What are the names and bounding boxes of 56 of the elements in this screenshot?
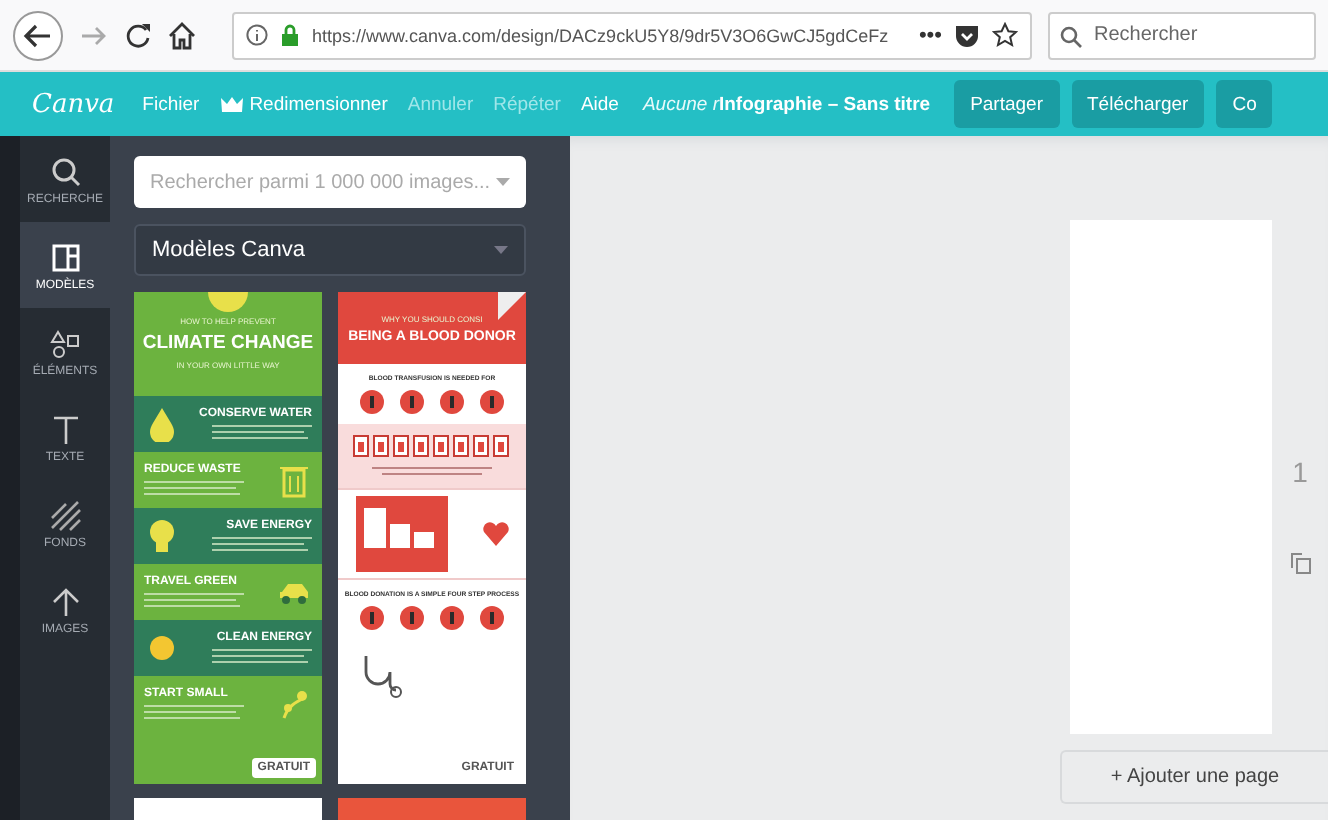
text-lines-drawing [212,648,312,664]
hatch-icon [49,500,81,532]
layout-icon [49,242,81,274]
person-circle-icon [440,606,464,630]
page-curl-icon [498,292,526,320]
text-lines-drawing [144,592,244,608]
text-lines-drawing [212,536,312,552]
text-lines-drawing [212,424,312,440]
text-lines-drawing [372,466,492,478]
duplicate-icon[interactable] [1289,552,1311,574]
person-circle-icon [400,606,424,630]
shapes-icon [49,328,81,360]
reload-icon[interactable] [124,21,152,49]
person-circle-icon [400,390,424,414]
menu-item: Répéter [493,93,561,115]
star-icon[interactable] [992,22,1018,48]
text-lines-drawing [144,704,244,720]
globe-icon [208,292,248,312]
dropdown-caret-icon [494,246,508,254]
lock-icon [280,24,300,46]
title-hint: Aucune r [642,93,719,115]
bin-icon [276,462,312,498]
sun-icon [144,630,180,666]
search-field[interactable]: Rechercher [1048,11,1316,59]
person-circle-icon [360,390,384,414]
search-icon [49,156,81,188]
heart-icon [481,522,509,546]
bulb-icon [144,518,180,554]
menu-item: Annuler [407,93,474,115]
category-dropdown[interactable]: Modèles Canva [134,224,526,276]
header-button[interactable]: Co [1216,80,1273,128]
person-circle-icon [440,390,464,414]
person-circle-icon [360,606,384,630]
text-lines-drawing [144,480,244,496]
search-icon [1060,25,1082,47]
person-circle-icon [480,390,504,414]
crown-icon [219,95,244,113]
url-text: https://www.canva.com/design/DACz9ckU5Y8/9dr5V3O6GwCJ5gdCeFz [312,25,891,45]
header-button[interactable]: Télécharger [1071,80,1205,128]
home-icon[interactable] [168,21,196,49]
text-icon [49,414,81,446]
url-bar[interactable]: https://www.canva.com/design/DACz9ckU5Y8/9dr5V3O6GwCJ5gdCeFz ••• [232,11,1032,59]
header-button[interactable]: Partager [954,80,1059,128]
upload-arrow-icon [49,586,81,618]
info-icon [246,24,268,46]
dropdown-caret-icon [496,178,510,186]
pocket-icon[interactable] [954,23,980,47]
template-heading: CLIMATE CHANGE [142,332,314,354]
drop-icon [144,406,180,442]
more-menu[interactable]: ••• [918,23,942,47]
bar-chart-drawing [355,496,447,572]
back-icon[interactable] [12,9,64,61]
add-page-button[interactable]: + Ajouter une page [1060,750,1328,804]
search-field[interactable]: Rechercher parmi 1 000 000 images... [134,156,526,208]
page-number: 1 [1292,456,1308,488]
person-circle-icon [480,606,504,630]
